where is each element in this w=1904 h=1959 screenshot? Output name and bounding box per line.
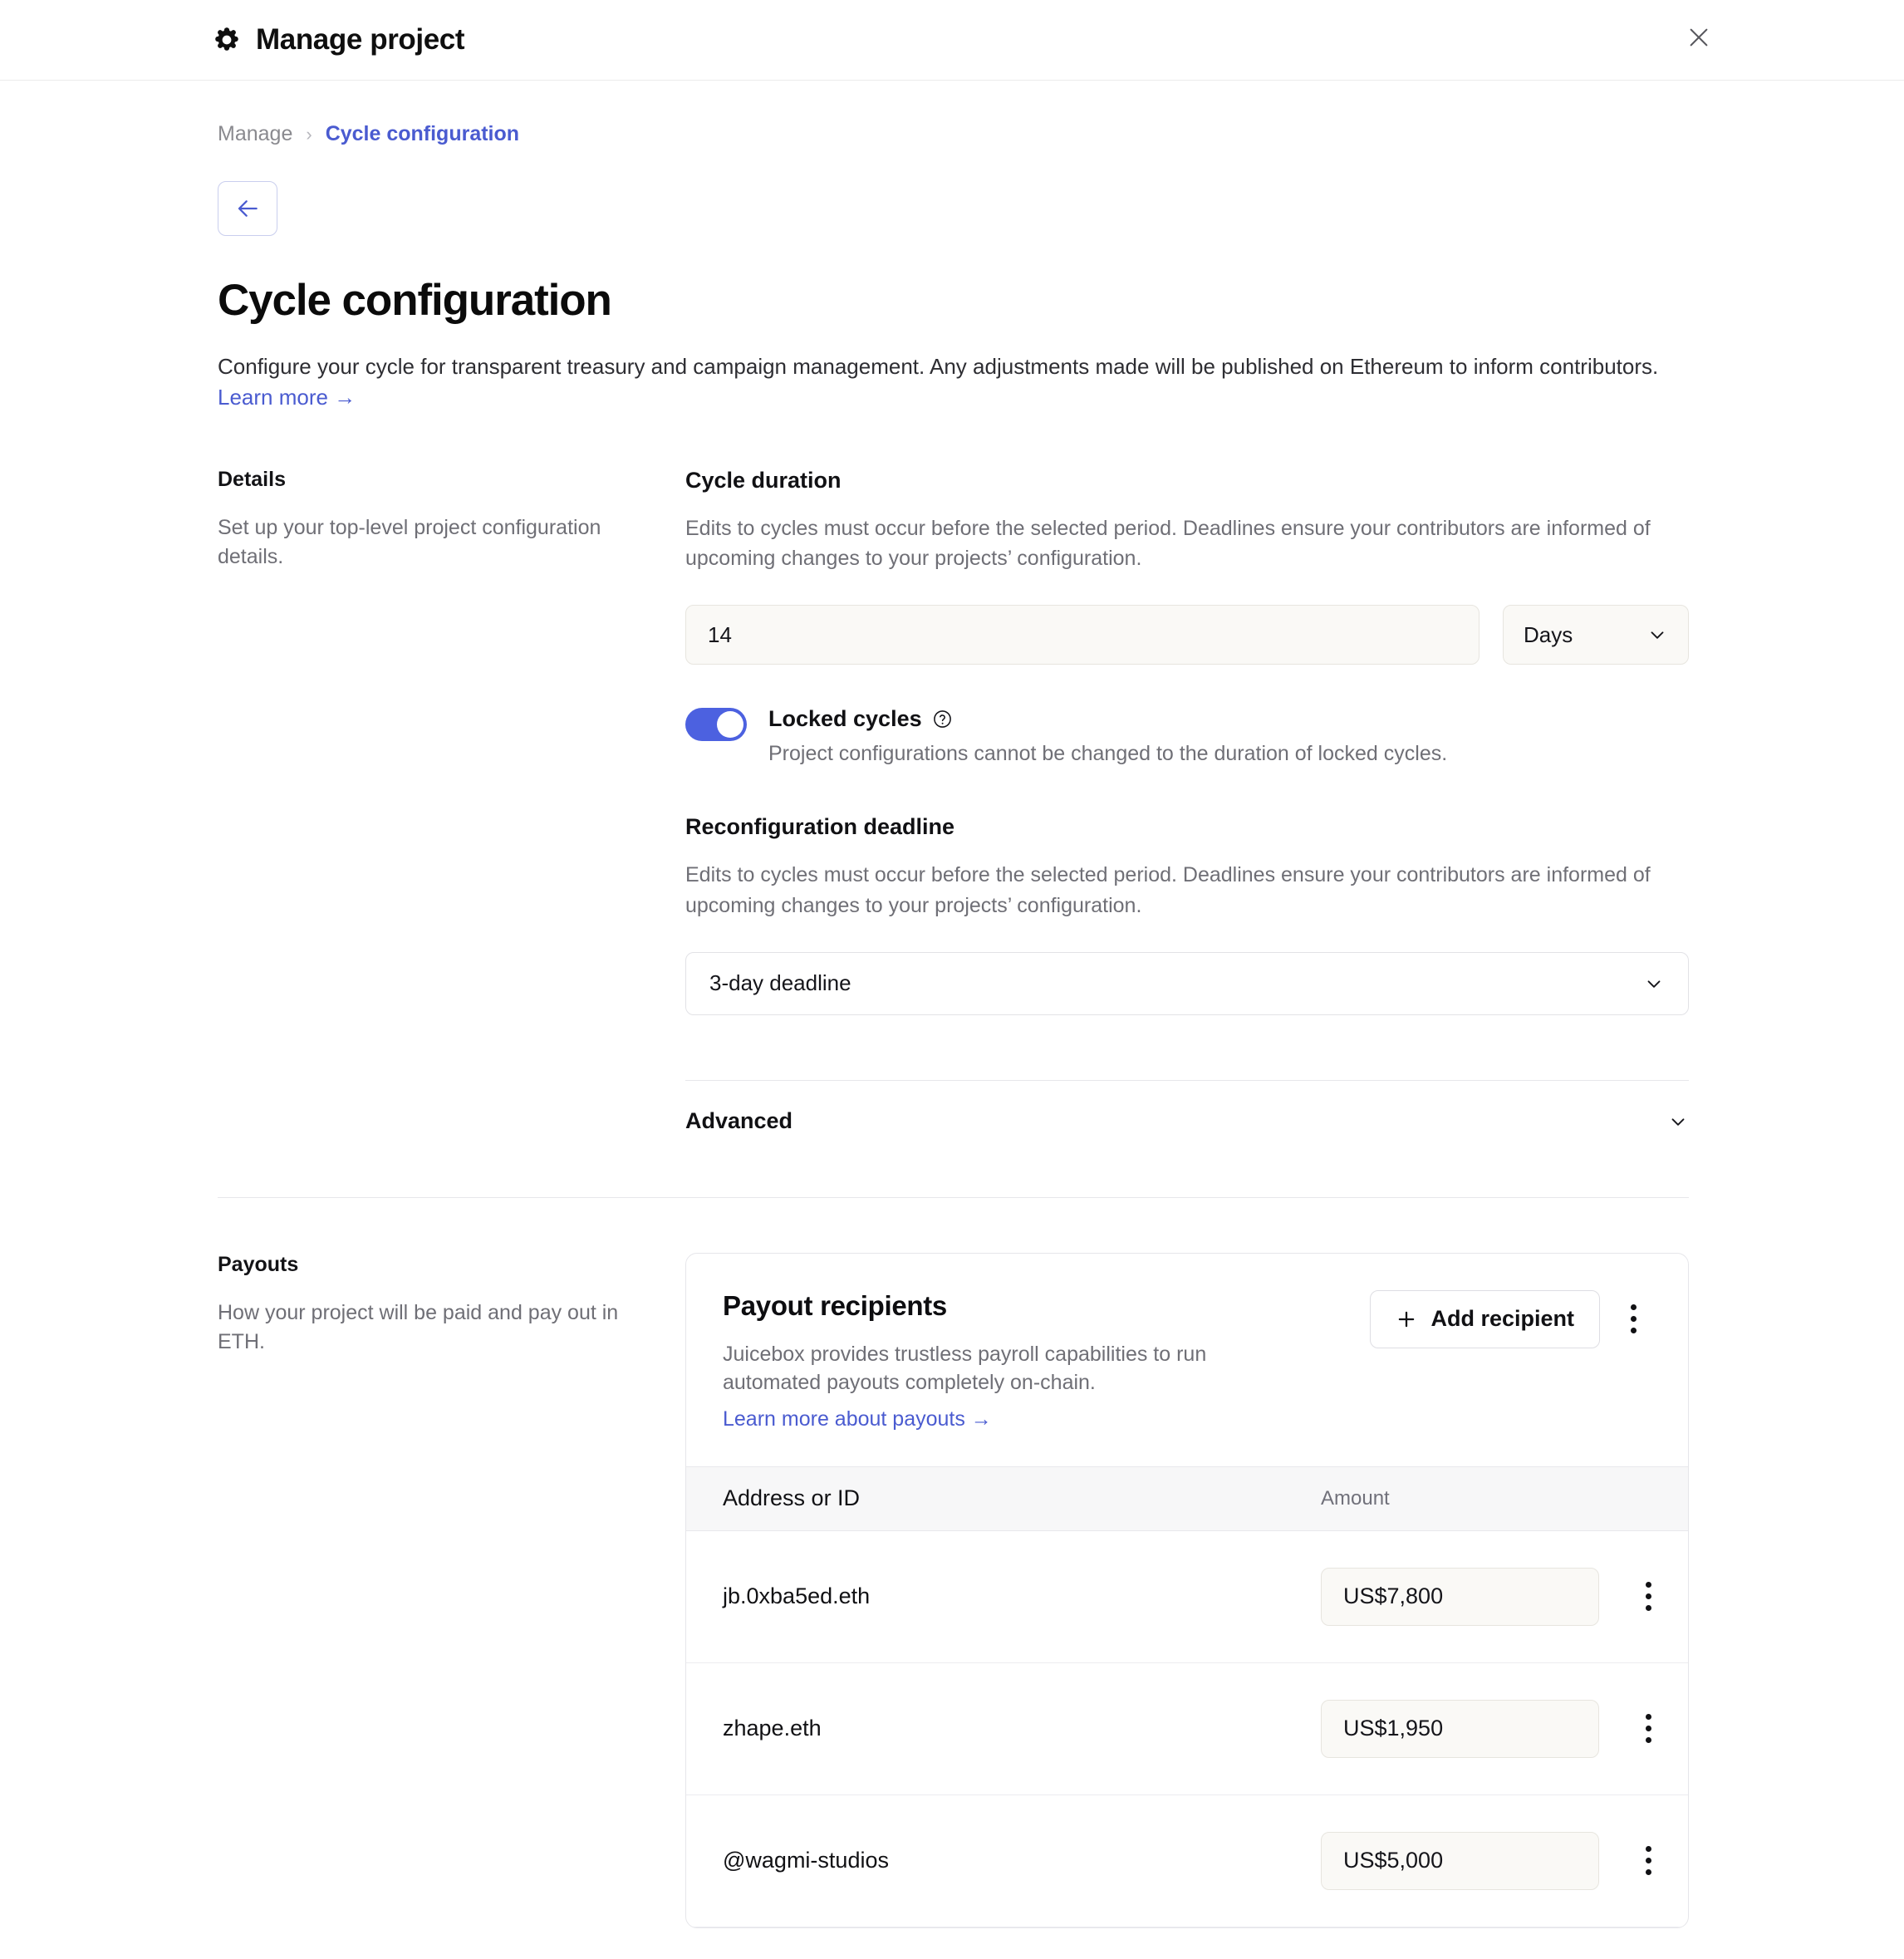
reconfiguration-deadline-value: 3-day deadline xyxy=(709,970,851,996)
table-row[interactable]: zhape.eth US$1,950 xyxy=(686,1663,1688,1795)
plus-icon xyxy=(1399,1311,1415,1328)
column-header-amount: Amount xyxy=(1321,1486,1390,1510)
payouts-learn-more-link[interactable]: Learn more about payouts → xyxy=(723,1407,992,1431)
table-row[interactable]: @wagmi-studios US$5,000 xyxy=(686,1795,1688,1927)
payout-card-menu-button[interactable] xyxy=(1615,1296,1651,1343)
recipient-menu-cell xyxy=(1608,1574,1688,1620)
kebab-dot xyxy=(1645,1726,1651,1732)
locked-cycles-toggle[interactable] xyxy=(685,708,747,742)
payout-table-header: Address or ID Amount xyxy=(686,1466,1688,1531)
breadcrumb-item-manage[interactable]: Manage xyxy=(218,122,292,146)
payout-card-title: Payout recipients xyxy=(723,1289,947,1321)
payout-card-description: Juicebox provides trustless payroll capa… xyxy=(723,1342,1207,1395)
details-column: Details Set up your top-level project co… xyxy=(218,468,685,1162)
recipient-menu-cell xyxy=(1608,1838,1688,1884)
arrow-left-icon xyxy=(238,200,258,217)
page-description-text: Configure your cycle for transparent tre… xyxy=(218,354,1659,379)
details-description: Set up your top-level project configurat… xyxy=(218,515,601,569)
kebab-dot xyxy=(1645,1582,1651,1588)
reconfiguration-deadline-label: Reconfiguration deadline xyxy=(685,814,955,840)
reconfiguration-deadline-block: Reconfiguration deadline Edits to cycles… xyxy=(685,814,1689,1015)
recipient-address: @wagmi-studios xyxy=(723,1848,889,1873)
add-recipient-label: Add recipient xyxy=(1430,1306,1574,1332)
kebab-dot xyxy=(1645,1714,1651,1721)
window-titlebar: Manage project xyxy=(0,0,1904,81)
locked-cycles-title-row: Locked cycles xyxy=(768,706,1447,732)
page-description: Configure your cycle for transparent tre… xyxy=(218,351,1680,413)
reconfiguration-deadline-select[interactable]: 3-day deadline xyxy=(685,951,1689,1015)
cycle-duration-input[interactable] xyxy=(685,605,1480,665)
payout-card-actions: Add recipient xyxy=(1370,1289,1651,1348)
recipient-amount-cell: US$1,950 xyxy=(1286,1699,1608,1758)
chevron-down-icon xyxy=(1651,631,1664,640)
details-title: Details xyxy=(218,467,286,491)
payouts-description: How your project will be paid and pay ou… xyxy=(218,1300,619,1354)
kebab-dot xyxy=(1630,1304,1637,1311)
kebab-dot xyxy=(1645,1737,1651,1744)
gear-icon xyxy=(213,26,241,54)
kebab-dot xyxy=(1630,1316,1637,1323)
locked-cycles-texts: Locked cycles Project configurations can… xyxy=(768,705,1447,766)
kebab-dot xyxy=(1645,1605,1651,1612)
kebab-dot xyxy=(1630,1328,1637,1334)
kebab-dot xyxy=(1645,1593,1651,1600)
add-recipient-button[interactable]: Add recipient xyxy=(1370,1289,1600,1348)
recipient-menu-button[interactable] xyxy=(1630,1706,1666,1752)
cycle-duration-label: Cycle duration xyxy=(685,467,842,493)
page-body: Manage › Cycle configuration Cycle confi… xyxy=(0,122,1904,1928)
locked-cycles-description: Project configurations cannot be changed… xyxy=(768,742,1448,766)
chevron-right-icon: › xyxy=(306,123,312,145)
column-header-address: Address or ID xyxy=(723,1485,861,1511)
recipient-amount-input[interactable]: US$7,800 xyxy=(1321,1567,1599,1626)
back-button[interactable] xyxy=(218,181,277,236)
recipient-address: zhape.eth xyxy=(723,1716,822,1741)
kebab-dot xyxy=(1645,1869,1651,1876)
question-circle-icon[interactable] xyxy=(932,709,953,729)
details-fields: Cycle duration Edits to cycles must occu… xyxy=(685,468,1689,1162)
recipient-amount-input[interactable]: US$1,950 xyxy=(1321,1699,1599,1758)
table-row[interactable]: jb.0xba5ed.eth US$7,800 xyxy=(686,1531,1688,1663)
cycle-duration-description: Edits to cycles must occur before the se… xyxy=(685,516,1651,571)
kebab-dot xyxy=(1645,1846,1651,1853)
advanced-label: Advanced xyxy=(685,1108,793,1134)
cycle-duration-unit-value: Days xyxy=(1524,621,1573,647)
recipient-amount-input[interactable]: US$5,000 xyxy=(1321,1831,1599,1890)
recipient-menu-button[interactable] xyxy=(1630,1838,1666,1884)
learn-more-link[interactable]: Learn more → xyxy=(218,385,356,410)
locked-cycles-block: Locked cycles Project configurations can… xyxy=(685,705,1689,766)
breadcrumb-item-cycle-configuration[interactable]: Cycle configuration xyxy=(326,122,519,146)
close-button[interactable] xyxy=(1678,17,1720,58)
section-divider xyxy=(218,1196,1689,1198)
recipient-address: jb.0xba5ed.eth xyxy=(723,1583,871,1609)
breadcrumb: Manage › Cycle configuration xyxy=(218,122,1689,146)
payout-recipients-card: Payout recipients Juicebox provides trus… xyxy=(685,1252,1689,1928)
page-title: Cycle configuration xyxy=(218,276,612,325)
reconfiguration-deadline-description: Edits to cycles must occur before the se… xyxy=(685,863,1651,917)
close-icon xyxy=(1690,28,1708,47)
toggle-knob xyxy=(717,711,743,739)
recipient-amount-cell: US$7,800 xyxy=(1286,1567,1608,1626)
payouts-section: Payouts How your project will be paid an… xyxy=(218,1252,1689,1928)
payouts-title: Payouts xyxy=(218,1252,299,1276)
chevron-down-icon xyxy=(1671,1118,1685,1126)
payout-card-column: Payout recipients Juicebox provides trus… xyxy=(685,1252,1689,1928)
payout-card-header-texts: Payout recipients Juicebox provides trus… xyxy=(723,1290,1263,1431)
cycle-duration-row: Days xyxy=(685,605,1689,665)
chevron-down-icon xyxy=(1647,980,1661,988)
window-title-group: Manage project xyxy=(213,23,465,56)
kebab-dot xyxy=(1645,1858,1651,1864)
locked-cycles-label: Locked cycles xyxy=(768,706,922,732)
cycle-duration-unit-select[interactable]: Days xyxy=(1503,605,1689,665)
recipient-menu-button[interactable] xyxy=(1630,1574,1666,1620)
recipient-amount-cell: US$5,000 xyxy=(1286,1831,1608,1890)
recipient-menu-cell xyxy=(1608,1706,1688,1752)
payouts-column: Payouts How your project will be paid an… xyxy=(218,1253,685,1928)
payout-card-header: Payout recipients Juicebox provides trus… xyxy=(686,1254,1688,1466)
details-section: Details Set up your top-level project co… xyxy=(218,468,1689,1162)
window-title: Manage project xyxy=(256,23,465,56)
advanced-toggle-row[interactable]: Advanced xyxy=(685,1081,1689,1162)
